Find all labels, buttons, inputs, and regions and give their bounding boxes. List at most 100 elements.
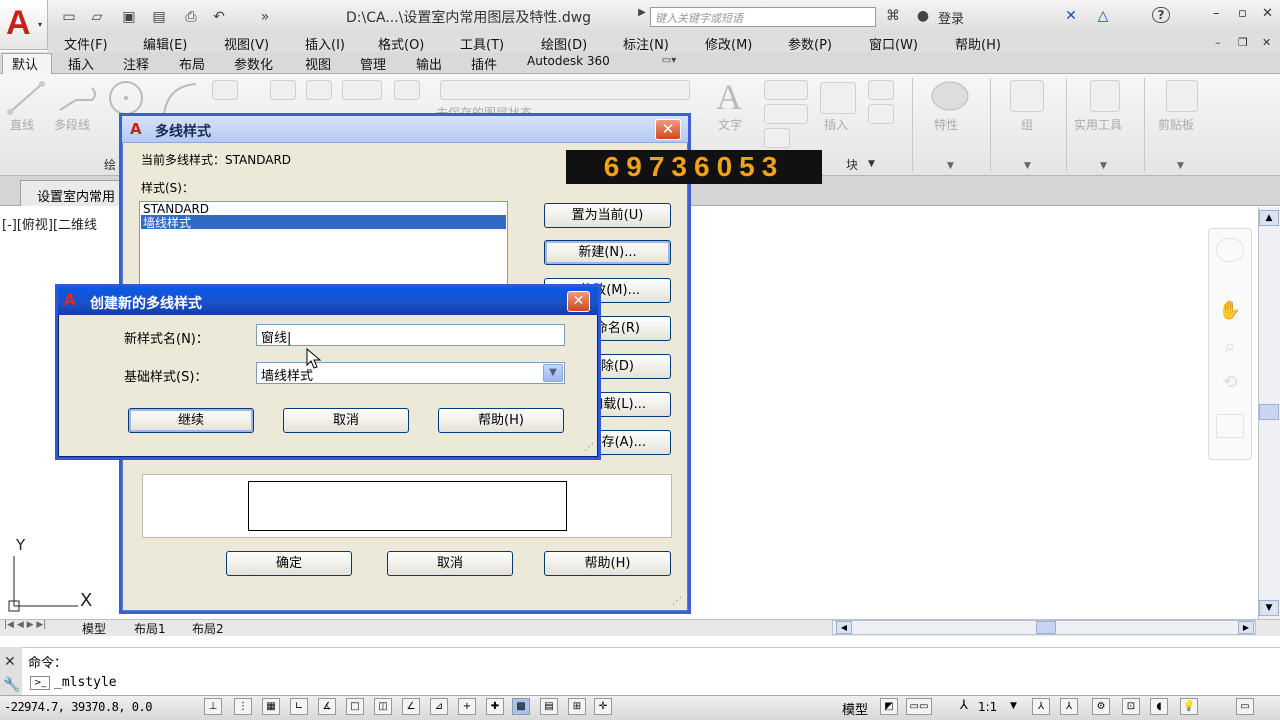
- dimension-tool-icon[interactable]: [764, 80, 808, 100]
- selection-cycling-icon[interactable]: ⊞: [568, 698, 586, 715]
- layout-view-icon[interactable]: ◩: [880, 698, 898, 715]
- scroll-up-icon[interactable]: ▲: [1259, 210, 1279, 226]
- dynamic-input-icon[interactable]: +: [458, 698, 476, 715]
- lineweight-icon[interactable]: ✚: [486, 698, 504, 715]
- scroll-right-icon[interactable]: ▶: [1238, 621, 1254, 634]
- model-space-label[interactable]: 模型: [842, 699, 868, 718]
- horizontal-scroll-thumb[interactable]: [1036, 621, 1056, 634]
- customize-wrench-icon[interactable]: 🔧: [3, 677, 20, 693]
- layout-tab-model[interactable]: 模型: [82, 620, 106, 637]
- erase-tool-icon[interactable]: [394, 80, 420, 100]
- help-icon[interactable]: ?: [1152, 7, 1170, 23]
- arc-tool-icon[interactable]: [160, 80, 200, 120]
- continue-button[interactable]: 继续: [128, 408, 254, 433]
- doc-close-button[interactable]: ✕: [1262, 36, 1271, 49]
- annotation-scale-value[interactable]: 1:1: [978, 700, 997, 714]
- polyline-tool-icon[interactable]: [56, 80, 100, 116]
- undo-icon[interactable]: ↶: [210, 9, 228, 25]
- maximize-button[interactable]: ▫: [1238, 6, 1247, 21]
- group-dropdown-icon[interactable]: ▼: [1024, 161, 1031, 171]
- create-block-icon[interactable]: [868, 80, 894, 100]
- user-icon[interactable]: ●: [914, 8, 932, 24]
- tab-parametric[interactable]: 参数化: [234, 54, 273, 73]
- block-panel-title[interactable]: 块: [846, 156, 858, 173]
- save-icon[interactable]: ▣: [120, 9, 138, 25]
- rectangle-tool-icon[interactable]: [212, 80, 238, 100]
- menu-view[interactable]: 视图(V): [224, 34, 269, 53]
- menu-draw[interactable]: 绘图(D): [541, 34, 587, 53]
- doc-restore-button[interactable]: ❐: [1238, 36, 1248, 49]
- create-help-button[interactable]: 帮助(H): [438, 408, 564, 433]
- group-icon[interactable]: [1010, 80, 1044, 112]
- clean-screen-icon[interactable]: ▭: [1236, 698, 1254, 715]
- properties-dropdown-icon[interactable]: ▼: [947, 161, 954, 171]
- hardware-acceleration-icon[interactable]: ◖: [1150, 698, 1168, 715]
- menu-window[interactable]: 窗口(W): [869, 34, 918, 53]
- orbit-icon[interactable]: ⟲: [1216, 372, 1244, 396]
- clipboard-dropdown-icon[interactable]: ▼: [1177, 161, 1184, 171]
- layout-nav-arrows-icon[interactable]: |◀ ◀ ▶ ▶|: [4, 620, 46, 630]
- block-panel-dropdown-icon[interactable]: ▼: [868, 159, 875, 169]
- tab-view[interactable]: 视图: [305, 54, 331, 73]
- coordinates-readout[interactable]: -22974.7, 39370.8, 0.0: [4, 700, 152, 714]
- grid-display-icon[interactable]: ▦: [262, 698, 280, 715]
- clipboard-icon[interactable]: [1166, 80, 1198, 112]
- menu-insert[interactable]: 插入(I): [305, 34, 345, 53]
- chevron-down-icon[interactable]: ▼: [543, 364, 563, 382]
- tab-output[interactable]: 输出: [416, 54, 442, 73]
- scroll-left-icon[interactable]: ◀: [836, 621, 852, 634]
- infer-constraints-icon[interactable]: ⊥: [204, 698, 222, 715]
- rotate-tool-icon[interactable]: [306, 80, 332, 100]
- object-snap-icon[interactable]: □: [346, 698, 364, 715]
- close-button[interactable]: ✕: [1262, 6, 1273, 21]
- scale-dropdown-icon[interactable]: ▼: [1010, 701, 1017, 711]
- menu-modify[interactable]: 修改(M): [705, 34, 752, 53]
- quick-properties-icon[interactable]: ▤: [540, 698, 558, 715]
- pan-icon[interactable]: ✋: [1216, 300, 1244, 324]
- a360-icon[interactable]: △: [1094, 8, 1112, 24]
- vertical-scroll-thumb[interactable]: [1259, 404, 1279, 420]
- login-link[interactable]: 登录: [938, 8, 964, 27]
- tab-autodesk-360[interactable]: Autodesk 360: [527, 54, 610, 68]
- 3d-osnap-icon[interactable]: ◫: [374, 698, 392, 715]
- text-tool-icon[interactable]: A: [716, 76, 742, 118]
- menu-tools[interactable]: 工具(T): [460, 34, 504, 53]
- workspace-gear-icon[interactable]: ⚙: [1092, 698, 1110, 715]
- tab-layout[interactable]: 布局: [179, 54, 205, 73]
- new-style-button[interactable]: 新建(N)...: [544, 240, 671, 265]
- close-command-icon[interactable]: ✕: [4, 654, 16, 670]
- minimize-button[interactable]: –: [1213, 6, 1220, 21]
- zoom-icon[interactable]: ⌕: [1216, 336, 1244, 360]
- binoculars-icon[interactable]: ⌘: [884, 8, 902, 24]
- search-arrow-icon[interactable]: ▶: [633, 7, 651, 23]
- menu-edit[interactable]: 编辑(E): [143, 34, 187, 53]
- annotation-monitor-icon[interactable]: ✛: [594, 698, 612, 715]
- insert-block-icon[interactable]: [820, 82, 856, 114]
- create-style-close-button[interactable]: ✕: [567, 291, 590, 312]
- tab-manage[interactable]: 管理: [360, 54, 386, 73]
- viewport-controls[interactable]: [-][俯视][二维线: [2, 214, 97, 233]
- layout-tab-1[interactable]: 布局1: [134, 620, 166, 637]
- new-style-name-input[interactable]: 窗线|: [256, 324, 565, 346]
- command-input[interactable]: _mlstyle: [54, 675, 117, 690]
- exchange-icon[interactable]: ✕: [1062, 8, 1080, 24]
- set-current-button[interactable]: 置为当前(U): [544, 203, 671, 228]
- ribbon-toggle-icon[interactable]: ▭▾: [660, 55, 678, 71]
- leader-tool-icon[interactable]: [764, 104, 808, 124]
- circle-tool-icon[interactable]: [106, 80, 146, 120]
- base-style-select[interactable]: 墙线样式: [256, 362, 565, 384]
- tab-annotate[interactable]: 注释: [123, 54, 149, 73]
- open-file-icon[interactable]: ▱: [88, 9, 106, 25]
- style-item-wall[interactable]: 墙线样式: [143, 214, 191, 231]
- tab-plugins[interactable]: 插件: [471, 54, 497, 73]
- snap-mode-icon[interactable]: ⋮: [234, 698, 252, 715]
- new-file-icon[interactable]: ▭: [60, 9, 78, 25]
- menu-file[interactable]: 文件(F): [64, 34, 108, 53]
- scroll-down-icon[interactable]: ▼: [1259, 600, 1279, 616]
- draw-panel-title[interactable]: 绘: [104, 156, 116, 173]
- isolate-objects-icon[interactable]: 💡: [1180, 698, 1198, 715]
- ortho-mode-icon[interactable]: ∟: [290, 698, 308, 715]
- tab-insert[interactable]: 插入: [68, 54, 94, 73]
- dynamic-ucs-icon[interactable]: ⊿: [430, 698, 448, 715]
- search-input[interactable]: 键入关键字或短语: [650, 7, 876, 27]
